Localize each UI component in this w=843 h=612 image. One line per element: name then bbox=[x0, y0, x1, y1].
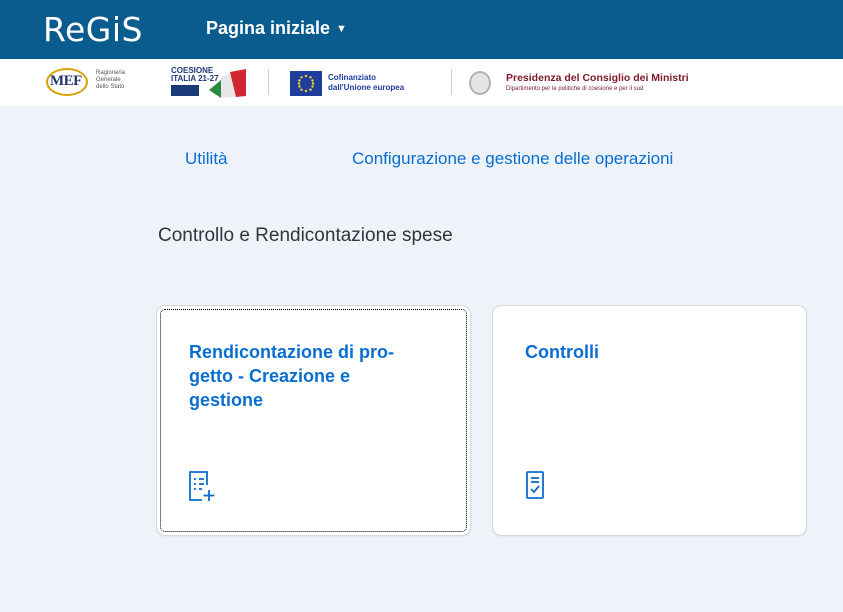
coesione-band bbox=[171, 85, 199, 96]
home-menu-label: Pagina iniziale bbox=[206, 18, 331, 38]
eu-line2: dall'Unione europea bbox=[328, 83, 405, 92]
shell-header: ReGiS Pagina iniziale ▼ bbox=[0, 0, 843, 59]
partner-logos-bar: MEF Ragioneria Generale dello Stato COES… bbox=[0, 59, 843, 106]
nav-link-configurazione[interactable]: Configurazione e gestione delle operazio… bbox=[352, 149, 673, 169]
mef-caption-3: dello Stato bbox=[96, 84, 125, 90]
checklist-icon bbox=[526, 471, 544, 499]
logo-separator bbox=[451, 69, 452, 95]
eu-cofinanced-text: Cofinanziato dall'Unione europea bbox=[328, 73, 404, 93]
eu-flag-icon bbox=[290, 71, 322, 96]
tile-title: Controlli bbox=[525, 342, 599, 362]
mef-logo: MEF bbox=[50, 73, 82, 89]
tile-title: Rendicontazione di pro- getto - Creazion… bbox=[189, 342, 394, 410]
mef-caption-2: Generale bbox=[96, 77, 121, 83]
list-add-icon bbox=[189, 471, 215, 501]
home-menu-button[interactable]: Pagina iniziale ▼ bbox=[206, 18, 347, 39]
app-logo[interactable]: ReGiS bbox=[43, 10, 143, 50]
eu-stars-icon bbox=[297, 74, 315, 93]
presidency-title: Presidenza del Consiglio dei Ministri bbox=[506, 72, 689, 84]
logo-separator bbox=[268, 69, 269, 95]
tile-rendicontazione[interactable]: Rendicontazione di pro- getto - Creazion… bbox=[157, 306, 470, 535]
italy-arrow-logo-icon bbox=[209, 69, 246, 98]
republic-emblem-icon bbox=[469, 71, 491, 95]
caret-down-icon: ▼ bbox=[336, 23, 347, 35]
tile-controlli[interactable]: Controlli bbox=[493, 306, 806, 535]
nav-link-utilita[interactable]: Utilità bbox=[185, 149, 228, 169]
mef-caption-1: Ragioneria bbox=[96, 70, 126, 76]
section-title: Controllo e Rendicontazione spese bbox=[158, 225, 453, 246]
presidency-subtitle: Dipartimento per le politiche di coesion… bbox=[506, 86, 644, 92]
eu-line1: Cofinanziato bbox=[328, 73, 376, 82]
